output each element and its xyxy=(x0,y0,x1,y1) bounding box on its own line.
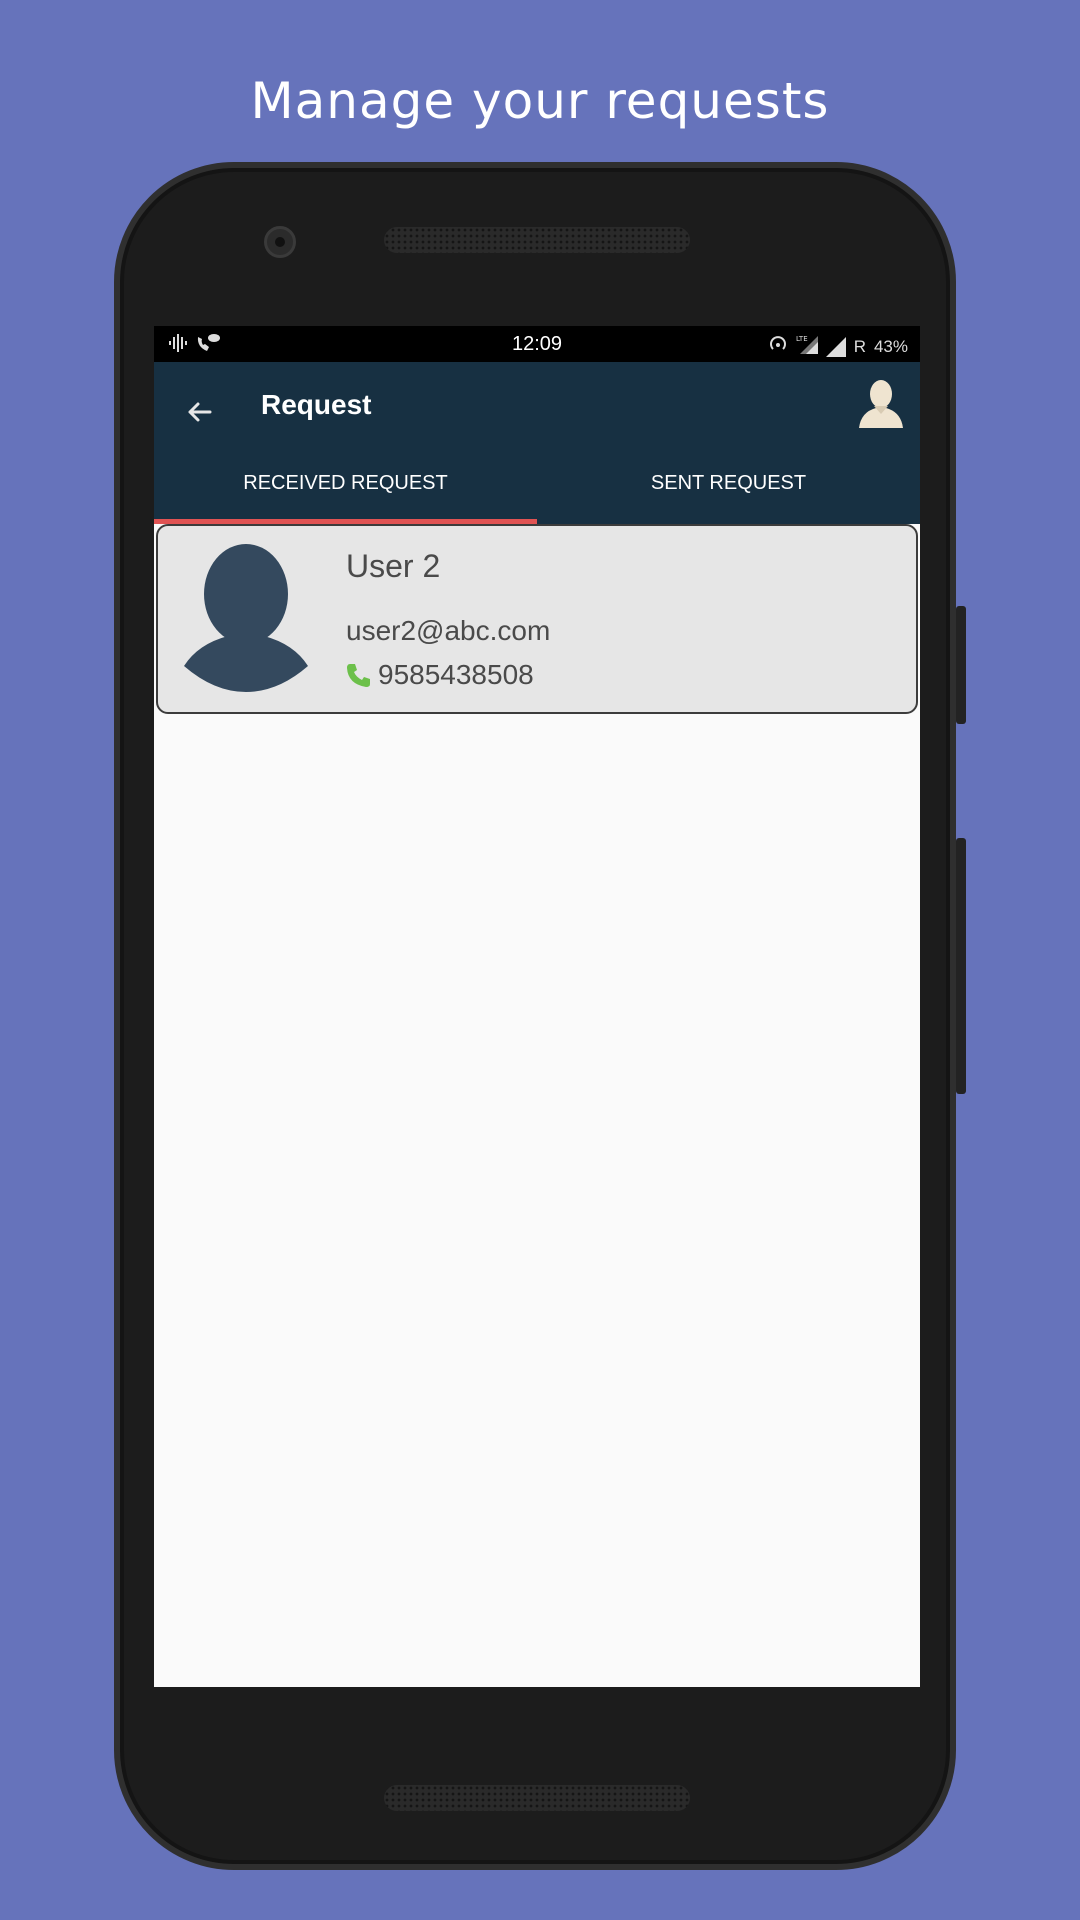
back-button[interactable] xyxy=(180,392,220,432)
request-user-email: user2@abc.com xyxy=(346,615,551,646)
hotspot-icon xyxy=(768,334,788,359)
tab-sent-request[interactable]: SENT REQUEST xyxy=(537,446,920,524)
status-right-icons: LTE R 43% xyxy=(768,334,908,359)
front-camera xyxy=(264,226,296,258)
top-speaker xyxy=(384,227,690,253)
status-bar: 12:09 LTE R 43% xyxy=(154,326,920,362)
svg-text:LTE: LTE xyxy=(796,335,808,343)
request-card[interactable]: User 2 user2@abc.com 9585438508 xyxy=(156,524,918,714)
roaming-indicator: R xyxy=(853,336,866,356)
request-user-name: User 2 xyxy=(346,548,441,584)
user-avatar-icon xyxy=(859,380,903,428)
app-bar: Request RECEIVED REQUEST SENT REQUEST xyxy=(154,362,920,524)
phone-icon xyxy=(347,664,370,687)
device-screen: 12:09 LTE R 43% Request RECEIVED REQUEST… xyxy=(154,326,920,1687)
signal-icon xyxy=(825,336,846,357)
profile-button[interactable] xyxy=(856,376,906,432)
arrow-back-icon xyxy=(188,402,212,422)
lte-signal-icon: LTE xyxy=(796,334,818,359)
page-title: Request xyxy=(261,389,372,420)
request-user-phone: 9585438508 xyxy=(378,659,534,690)
battery-level: 43% xyxy=(873,336,908,356)
headline: Manage your requests xyxy=(250,72,830,130)
person-silhouette-icon xyxy=(184,544,308,692)
bottom-speaker xyxy=(384,1785,690,1811)
request-phone-row: 9585438508 xyxy=(346,659,534,691)
tab-received-request[interactable]: RECEIVED REQUEST xyxy=(154,446,537,524)
power-button xyxy=(956,606,966,724)
volume-button xyxy=(956,838,966,1094)
tab-bar: RECEIVED REQUEST SENT REQUEST xyxy=(154,446,920,524)
